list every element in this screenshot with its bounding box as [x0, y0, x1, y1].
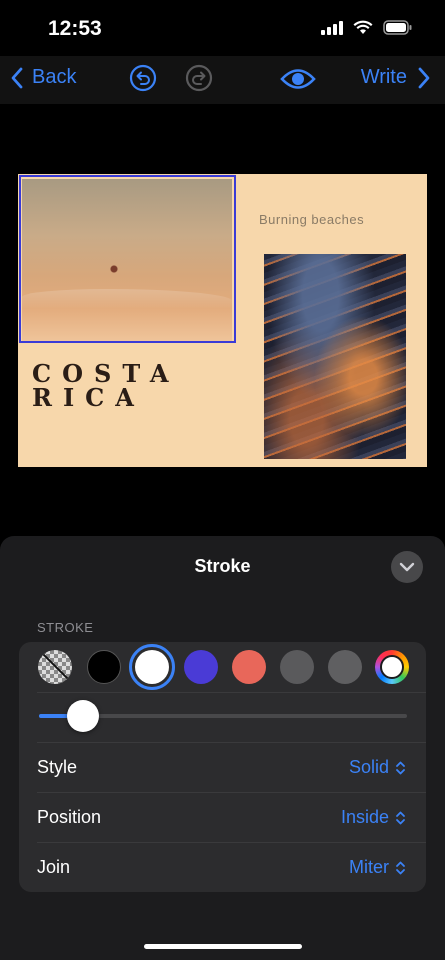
- home-indicator[interactable]: [144, 944, 302, 949]
- status-icons: [321, 20, 413, 35]
- swatch-gray-2[interactable]: [328, 650, 362, 684]
- style-label: Style: [37, 757, 78, 777]
- write-label: Write: [360, 66, 407, 88]
- selection-outline: [19, 175, 236, 343]
- battery-icon: [383, 20, 412, 35]
- waves-photo[interactable]: [264, 254, 406, 459]
- navigation-bar: Back Write: [0, 56, 445, 104]
- section-label: STROKE: [37, 620, 94, 635]
- status-time: 12:53: [48, 17, 102, 40]
- join-value-text: Miter: [349, 857, 389, 877]
- slide-title[interactable]: COSTA RICA: [32, 362, 180, 410]
- style-value[interactable]: Solid: [349, 757, 406, 778]
- slide-subtitle[interactable]: Burning beaches: [259, 212, 364, 227]
- style-row[interactable]: Style Solid: [19, 743, 426, 793]
- stroke-panel: Stroke STROKE Style Solid Position Insid…: [0, 536, 445, 960]
- style-value-text: Solid: [348, 757, 389, 777]
- join-row[interactable]: Join Miter: [19, 843, 426, 893]
- swatch-coral[interactable]: [232, 650, 266, 684]
- color-swatches: [19, 642, 426, 692]
- position-value-text: Inside: [340, 807, 389, 827]
- write-button[interactable]: Write: [361, 66, 431, 89]
- chevron-left-icon: [11, 67, 23, 88]
- chevron-up-down-icon: [396, 861, 405, 874]
- join-label: Join: [37, 857, 71, 877]
- chevron-down-icon: [399, 562, 415, 572]
- swatch-black[interactable]: [87, 650, 121, 684]
- slider-thumb[interactable]: [67, 700, 100, 732]
- undo-icon[interactable]: [129, 64, 157, 92]
- swatch-none[interactable]: [38, 650, 72, 684]
- stroke-width-slider[interactable]: [39, 700, 407, 732]
- editor-canvas[interactable]: Burning beaches COSTA RICA: [0, 104, 445, 536]
- wifi-icon: [353, 20, 373, 34]
- cellular-signal-icon: [321, 20, 343, 35]
- chevron-right-icon: [418, 67, 430, 88]
- slide[interactable]: Burning beaches COSTA RICA: [18, 174, 427, 467]
- position-label: Position: [37, 807, 102, 827]
- position-value[interactable]: Inside: [341, 807, 406, 828]
- slide-title-line-2: RICA: [32, 383, 145, 412]
- eye-preview-icon[interactable]: [280, 65, 316, 93]
- stroke-settings-card: Style Solid Position Inside Join Miter: [19, 642, 426, 892]
- custom-color-picker[interactable]: [375, 650, 409, 684]
- redo-icon[interactable]: [185, 64, 213, 92]
- join-value[interactable]: Miter: [349, 857, 406, 878]
- panel-title: Stroke: [194, 556, 251, 576]
- back-label: Back: [32, 66, 77, 88]
- swatch-indigo[interactable]: [184, 650, 218, 684]
- back-button[interactable]: Back: [10, 66, 76, 89]
- divider: [37, 692, 426, 693]
- collapse-button[interactable]: [391, 551, 423, 583]
- swatch-gray-1[interactable]: [280, 650, 314, 684]
- chevron-up-down-icon: [396, 761, 405, 774]
- status-bar: 12:53: [0, 0, 445, 56]
- position-row[interactable]: Position Inside: [19, 793, 426, 843]
- chevron-up-down-icon: [396, 811, 405, 824]
- swatch-white[interactable]: [135, 650, 169, 684]
